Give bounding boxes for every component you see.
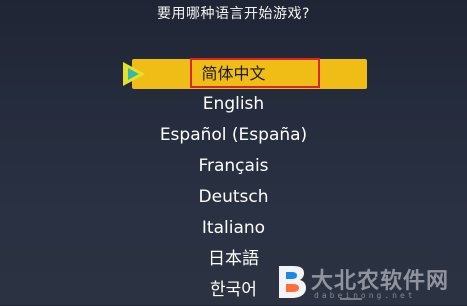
language-option-fr[interactable]: Français — [0, 151, 467, 182]
prompt-title: 要用哪种语言开始游戏? — [157, 6, 310, 22]
play-arrow-icon — [123, 62, 145, 86]
b-logo-icon — [279, 266, 306, 298]
watermark: 大北农软件网 dabeinong.net — [272, 262, 464, 304]
language-option-de[interactable]: Deutsch — [0, 182, 467, 213]
language-label: Español (España) — [159, 125, 308, 145]
language-option-en[interactable]: English — [0, 89, 467, 120]
language-label: 日本語 — [208, 249, 259, 269]
language-option-it[interactable]: Italiano — [0, 213, 467, 244]
language-label: Italiano — [201, 218, 266, 238]
language-label: 한국어 — [210, 280, 257, 300]
language-option-zh-hans[interactable]: 简体中文 — [0, 58, 467, 89]
language-option-es[interactable]: Español (España) — [0, 120, 467, 151]
language-label: Deutsch — [198, 187, 269, 207]
watermark-url: dabeinong.net — [314, 291, 416, 300]
language-label: 简体中文 — [201, 64, 266, 83]
language-label: Français — [198, 156, 269, 176]
language-label: English — [202, 94, 265, 114]
